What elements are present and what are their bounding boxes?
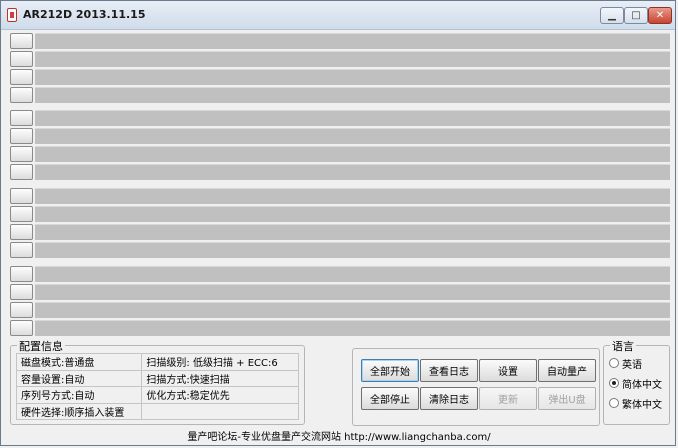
clear-log-button[interactable]: 清除日志 [420, 387, 478, 410]
port-button[interactable] [10, 320, 33, 336]
port-status-bar [35, 128, 670, 144]
port-button[interactable] [10, 284, 33, 300]
port-status-bar [35, 146, 670, 162]
port-button[interactable] [10, 164, 33, 180]
radio-icon [609, 358, 619, 368]
minimize-button[interactable]: ▁ [600, 7, 624, 24]
port-row [10, 224, 670, 240]
port-status-bar [35, 302, 670, 318]
port-status-bar [35, 69, 670, 85]
port-row [10, 320, 670, 336]
config-cell: 硬件选择:顺序插入装置 [15, 402, 143, 420]
port-button[interactable] [10, 266, 33, 282]
port-row [10, 128, 670, 144]
config-cell: 容量设置:自动 [15, 369, 143, 387]
config-cell: 扫描级别: 低级扫描 + ECC:6 [141, 353, 299, 371]
settings-button[interactable]: 设置 [479, 359, 537, 382]
port-status-bar [35, 110, 670, 126]
radio-icon [609, 398, 619, 408]
port-button[interactable] [10, 206, 33, 222]
port-row [10, 51, 670, 67]
maximize-icon: □ [631, 10, 641, 21]
language-group-title: 语言 [610, 338, 636, 354]
port-status-bar [35, 33, 670, 49]
view-log-button[interactable]: 查看日志 [420, 359, 478, 382]
app-icon [7, 8, 17, 22]
minimize-icon: ▁ [608, 10, 616, 21]
port-button[interactable] [10, 87, 33, 103]
language-option-label: 英语 [622, 359, 642, 371]
footer-text: 量产吧论坛-专业优盘量产交流网站 http://www.liangchanba.… [187, 432, 491, 443]
port-row [10, 87, 670, 103]
port-button[interactable] [10, 51, 33, 67]
close-icon: ✕ [655, 10, 665, 21]
config-group-title: 配置信息 [17, 338, 65, 354]
port-status-bar [35, 188, 670, 204]
port-row [10, 242, 670, 258]
port-button[interactable] [10, 33, 33, 49]
config-cell: 序列号方式:自动 [15, 386, 143, 404]
language-option-label: 简体中文 [622, 379, 662, 391]
update-button[interactable]: 更新 [479, 387, 537, 410]
close-button[interactable]: ✕ [648, 7, 672, 24]
port-row [10, 69, 670, 85]
language-option-label: 繁体中文 [622, 399, 662, 411]
port-row [10, 110, 670, 126]
eject-usb-button[interactable]: 弹出U盘 [538, 387, 596, 410]
port-status-bar [35, 164, 670, 180]
port-status-bar [35, 87, 670, 103]
port-button[interactable] [10, 146, 33, 162]
port-row [10, 146, 670, 162]
port-button[interactable] [10, 128, 33, 144]
port-status-bar [35, 266, 670, 282]
port-button[interactable] [10, 110, 33, 126]
port-row [10, 302, 670, 318]
config-cell: 优化方式:稳定优先 [141, 386, 299, 404]
port-row [10, 284, 670, 300]
port-row [10, 33, 670, 49]
port-row [10, 266, 670, 282]
config-cell [141, 402, 299, 420]
port-row [10, 206, 670, 222]
port-status-bar [35, 51, 670, 67]
port-status-bar [35, 224, 670, 240]
port-button[interactable] [10, 224, 33, 240]
port-button[interactable] [10, 302, 33, 318]
port-status-bar [35, 284, 670, 300]
language-option-english[interactable]: 英语 [609, 356, 642, 371]
port-status-bar [35, 320, 670, 336]
config-table: 磁盘模式:普通盘 扫描级别: 低级扫描 + ECC:6 容量设置:自动 扫描方式… [15, 353, 299, 420]
port-button[interactable] [10, 188, 33, 204]
config-cell: 扫描方式:快速扫描 [141, 369, 299, 387]
port-button[interactable] [10, 242, 33, 258]
port-button[interactable] [10, 69, 33, 85]
port-status-bar [35, 242, 670, 258]
language-option-traditional-chinese[interactable]: 繁体中文 [609, 396, 662, 411]
port-row [10, 164, 670, 180]
auto-mass-production-button[interactable]: 自动量产 [538, 359, 596, 382]
port-status-bar [35, 206, 670, 222]
radio-checked-icon [609, 378, 619, 388]
start-all-button[interactable]: 全部开始 [361, 359, 419, 382]
language-option-simplified-chinese[interactable]: 简体中文 [609, 376, 662, 391]
maximize-button[interactable]: □ [624, 7, 648, 24]
port-row [10, 188, 670, 204]
stop-all-button[interactable]: 全部停止 [361, 387, 419, 410]
window-title: AR212D 2013.11.15 [23, 8, 146, 21]
config-cell: 磁盘模式:普通盘 [15, 353, 143, 371]
title-bar: AR212D 2013.11.15 ▁ □ ✕ [1, 1, 675, 30]
